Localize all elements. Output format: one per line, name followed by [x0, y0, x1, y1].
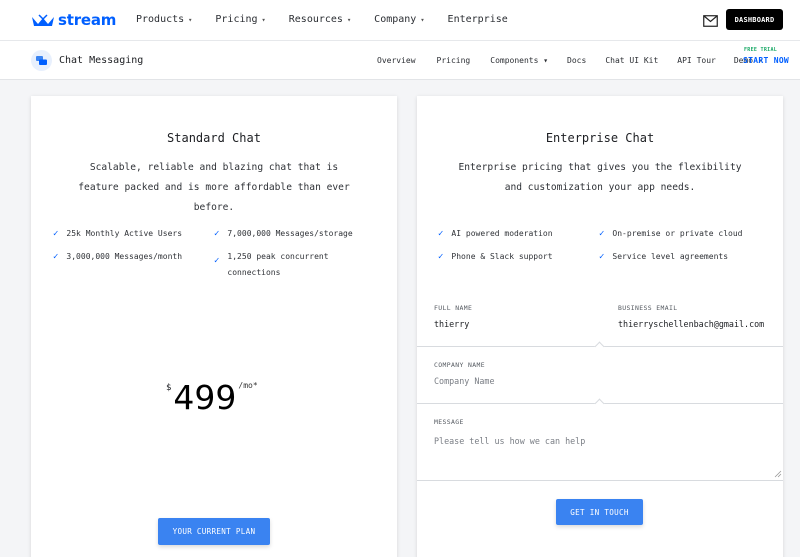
subnav-components[interactable]: Components ▾	[490, 56, 548, 65]
feature-item: ✓ Phone & Slack support	[438, 249, 553, 265]
feature-item: ✓ 7,000,000 Messages/storage	[214, 226, 353, 242]
mail-icon[interactable]	[703, 12, 718, 31]
logo-text: stream	[58, 11, 117, 29]
business-email-label: BUSINESS EMAIL	[618, 304, 678, 312]
get-in-touch-button[interactable]: GET IN TOUCH	[556, 499, 643, 525]
current-plan-button[interactable]: YOUR CURRENT PLAN	[158, 518, 270, 545]
subnav-pricing[interactable]: Pricing	[437, 56, 471, 65]
check-icon: ✓	[53, 252, 59, 262]
price-period: /mo*	[238, 381, 258, 390]
nav-enterprise[interactable]: Enterprise	[448, 14, 508, 25]
feature-label: 25k Monthly Active Users	[66, 229, 183, 238]
company-name-label: COMPANY NAME	[434, 361, 485, 369]
feature-label: AI powered moderation	[451, 229, 553, 238]
chevron-down-icon: ▾	[420, 15, 425, 24]
feature-item: ✓ 25k Monthly Active Users	[53, 226, 182, 242]
chevron-down-icon: ▾	[188, 15, 193, 24]
full-name-label: FULL NAME	[434, 304, 473, 312]
nav-resources-label: Resources	[288, 14, 343, 25]
subnav-overview[interactable]: Overview	[377, 56, 416, 65]
nav-pricing[interactable]: Pricing ▾	[215, 14, 265, 25]
subnav-items: Overview Pricing Components ▾ Docs Chat …	[377, 56, 763, 65]
feature-label: 3,000,000 Messages/month	[66, 252, 183, 261]
dashboard-button[interactable]: DASHBOARD	[726, 9, 783, 30]
form-notch	[594, 398, 605, 409]
feature-label: 7,000,000 Messages/storage	[227, 229, 353, 238]
subnav-docs[interactable]: Docs	[567, 56, 586, 65]
chat-messaging-icon	[31, 50, 52, 71]
company-name-field[interactable]: Company Name	[434, 376, 495, 386]
standard-title: Standard Chat	[167, 131, 261, 145]
nav-company[interactable]: Company ▾	[374, 14, 424, 25]
product-name[interactable]: Chat Messaging	[59, 55, 143, 66]
textarea-resize-handle-icon[interactable]	[774, 470, 782, 478]
full-name-field[interactable]: thierry	[434, 319, 469, 329]
check-icon: ✓	[599, 229, 605, 239]
chevron-down-icon: ▾	[346, 15, 352, 24]
feature-label: Phone & Slack support	[451, 252, 553, 261]
free-trial-badge: FREE TRIAL	[744, 47, 778, 53]
nav-company-label: Company	[374, 14, 417, 25]
price-display: $ 499 /mo*	[166, 379, 258, 417]
boat-logo-icon	[32, 14, 54, 26]
feature-item: ✓ AI powered moderation	[438, 226, 553, 242]
check-icon: ✓	[214, 229, 220, 239]
business-email-field[interactable]: thierryschellenbach@gmail.com	[618, 319, 764, 329]
feature-label: On-premise or private cloud	[612, 229, 743, 238]
stream-logo[interactable]: stream	[31, 11, 116, 29]
check-icon: ✓	[53, 229, 59, 239]
price-currency: $	[166, 383, 172, 393]
check-icon: ✓	[214, 256, 220, 266]
feature-item: ✓ 3,000,000 Messages/month	[53, 249, 182, 265]
standard-description: Scalable, reliable and blazing chat that…	[78, 162, 350, 213]
nav-products-label: Products	[136, 14, 185, 25]
main-nav: Products ▾ Pricing ▾ Resources ▾ Company ▾ E…	[136, 14, 508, 25]
check-icon: ✓	[438, 252, 444, 262]
subnav-api-tour[interactable]: API Tour	[677, 56, 716, 65]
nav-products[interactable]: Products ▾	[136, 14, 192, 25]
message-textarea[interactable]: Please tell us how we can help	[434, 436, 585, 446]
nav-resources[interactable]: Resources ▾	[289, 14, 351, 25]
feature-item: ✓ 1,250 peak concurrent connections	[214, 249, 334, 281]
check-icon: ✓	[599, 252, 605, 262]
feature-label: Service level agreements	[612, 252, 729, 261]
price-amount: 499	[173, 378, 237, 417]
message-label: MESSAGE	[434, 418, 464, 426]
top-navbar: stream Products ▾ Pricing ▾ Resources ▾ Com…	[0, 0, 800, 41]
enterprise-title: Enterprise Chat	[545, 131, 655, 145]
enterprise-chat-card: Enterprise Chat Enterprise pricing that …	[417, 96, 783, 557]
chevron-down-icon: ▾	[261, 15, 266, 24]
start-now-link[interactable]: START NOW	[743, 56, 789, 65]
enterprise-description: Enterprise pricing that gives you the fl…	[458, 162, 742, 193]
feature-item: ✓ On-premise or private cloud	[599, 226, 742, 242]
check-icon: ✓	[438, 229, 444, 239]
nav-pricing-label: Pricing	[215, 14, 258, 25]
feature-label: 1,250 peak concurrent connections	[227, 252, 329, 277]
form-notch	[594, 341, 605, 352]
nav-enterprise-label: Enterprise	[447, 14, 508, 25]
product-subnav: Chat Messaging Overview Pricing Componen…	[0, 41, 800, 80]
standard-chat-card: Standard Chat Scalable, reliable and bla…	[31, 96, 397, 557]
subnav-chat-ui-kit[interactable]: Chat UI Kit	[605, 56, 658, 65]
feature-item: ✓ Service level agreements	[599, 249, 728, 265]
form-divider	[417, 480, 783, 481]
